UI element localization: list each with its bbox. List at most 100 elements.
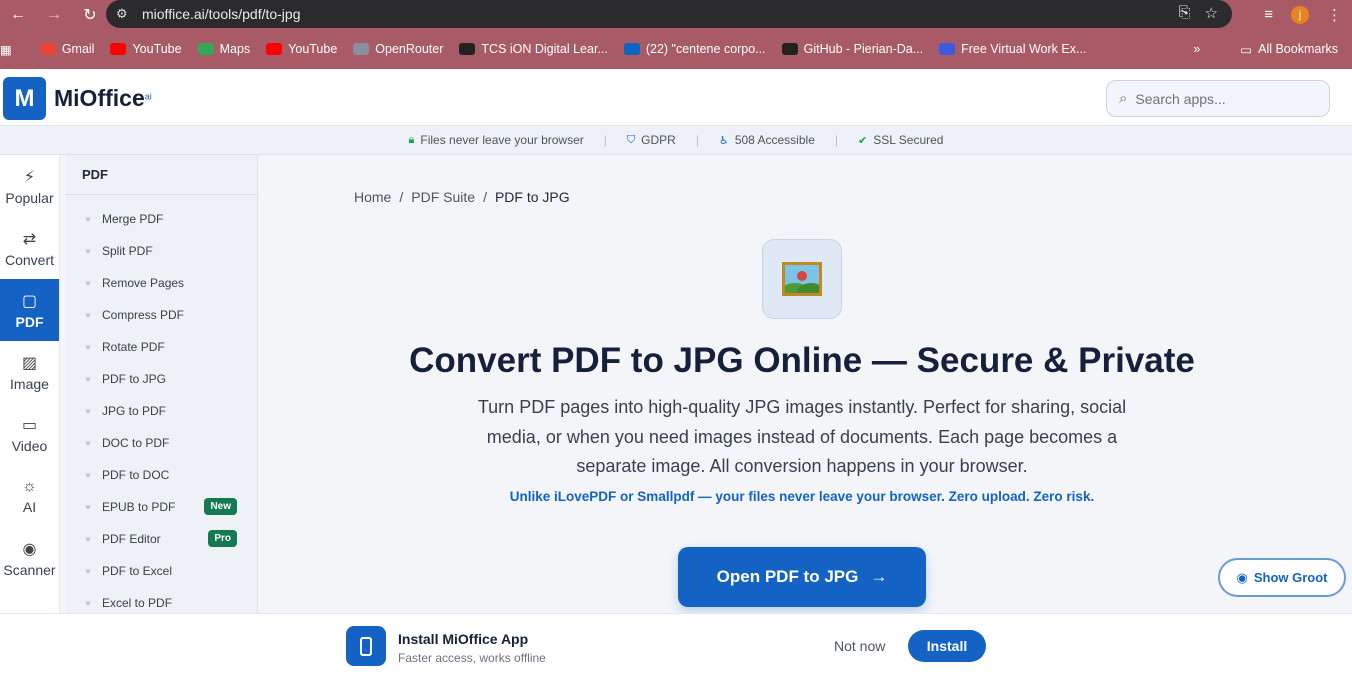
image-icon: ▨ — [21, 354, 38, 372]
bookmark-item[interactable]: YouTube — [110, 42, 182, 56]
accessibility-icon: ♿︎ — [718, 134, 729, 147]
bookmark-favicon-icon — [197, 43, 214, 55]
divider: | — [695, 133, 699, 147]
rail-item-popular[interactable]: ⚡ Popular — [0, 155, 59, 217]
sidebar-item-jpg-to-pdf[interactable]: JPG to PDF — [66, 395, 257, 427]
sidebar-item-split-pdf[interactable]: Split PDF — [66, 235, 257, 267]
sidebar-item-epub-to-pdf[interactable]: EPUB to PDF New — [66, 491, 257, 523]
reload-icon[interactable]: ↻ — [72, 0, 108, 29]
rail-item-video[interactable]: ▭ Video — [0, 403, 59, 465]
rail-item-image[interactable]: ▨ Image — [0, 341, 59, 403]
bookmark-favicon-icon — [353, 43, 370, 55]
trust-bar: 🔒︎ Files never leave your browser | ⛉ GDPR… — [0, 126, 1352, 155]
bookmark-favicon-icon — [110, 43, 127, 55]
sidebar-item-remove-pages[interactable]: Remove Pages — [66, 267, 257, 299]
status-badge: New — [204, 498, 237, 515]
apps-grid-icon[interactable]: ▦ — [0, 42, 12, 57]
install-app-icon[interactable]: ⎘ — [1179, 4, 1191, 22]
browser-menu-icon[interactable]: ⋮ — [1327, 6, 1342, 24]
check-circle-icon: ✔ — [858, 134, 868, 147]
brand-logo[interactable]: M MiOfficeai — [3, 77, 152, 120]
main-content: Home / PDF Suite / PDF to JPG Convert PD… — [258, 155, 1352, 613]
search-box[interactable]: ⌕ — [1106, 80, 1330, 117]
bullet-icon — [86, 377, 90, 381]
folder-icon: ▭ — [1240, 42, 1253, 57]
bullet-icon — [86, 569, 90, 573]
bookmark-item[interactable]: TCS iON Digital Lear... — [459, 42, 608, 56]
rail-item-ai[interactable]: ☼ AI — [0, 465, 59, 527]
sidebar-item-merge-pdf[interactable]: Merge PDF — [66, 203, 257, 235]
bullet-icon — [86, 537, 90, 541]
install-subtitle: Faster access, works offline — [398, 651, 546, 665]
bullet-icon — [86, 601, 90, 605]
bookmark-favicon-icon — [39, 43, 56, 55]
app-header: M MiOfficeai ⌕ — [0, 69, 1352, 126]
trust-item-ssl: ✔ SSL Secured — [858, 133, 944, 147]
picture-icon — [762, 239, 842, 319]
trust-item-accessible: ♿︎ 508 Accessible — [718, 133, 815, 147]
more-bookmarks-icon[interactable]: » — [1193, 42, 1200, 56]
popular-icon: ⚡ — [23, 168, 36, 186]
breadcrumb-home[interactable]: Home — [354, 189, 391, 205]
sidebar-item-doc-to-pdf[interactable]: DOC to PDF — [66, 427, 257, 459]
address-bar[interactable]: ⚙ mioffice.ai/tools/pdf/to-jpg ⎘ ☆ — [106, 0, 1232, 28]
bookmark-item[interactable]: GitHub - Pierian-Da... — [781, 42, 923, 56]
bullet-icon — [86, 249, 90, 253]
bookmark-item[interactable]: Free Virtual Work Ex... — [939, 42, 1086, 56]
status-badge: Pro — [208, 530, 237, 547]
reading-list-icon[interactable]: ≡ — [1264, 6, 1273, 23]
sidebar-item-pdf-to-excel[interactable]: PDF to Excel — [66, 555, 257, 587]
bookmark-star-icon[interactable]: ☆ — [1205, 4, 1218, 22]
breadcrumb-pdf-suite[interactable]: PDF Suite — [411, 189, 475, 205]
sidebar-item-pdf-to-doc[interactable]: PDF to DOC — [66, 459, 257, 491]
breadcrumb-current: PDF to JPG — [494, 189, 570, 205]
lock-icon: 🔒︎ — [408, 133, 415, 146]
rail-item-pdf[interactable]: ▢ PDF — [0, 279, 59, 341]
rail-item-convert[interactable]: ⇄ Convert — [0, 217, 59, 279]
sidebar-item-rotate-pdf[interactable]: Rotate PDF — [66, 331, 257, 363]
privacy-note: Unlike iLovePDF or Smallpdf — your files… — [509, 489, 1095, 504]
not-now-button[interactable]: Not now — [834, 638, 885, 654]
sidebar-item-compress-pdf[interactable]: Compress PDF — [66, 299, 257, 331]
back-arrow-icon[interactable]: ← — [0, 0, 36, 29]
search-input[interactable] — [1135, 90, 1306, 107]
install-button[interactable]: Install — [908, 630, 986, 662]
bookmark-item[interactable]: OpenRouter — [353, 42, 443, 56]
brand-name: MiOffice — [54, 85, 145, 111]
install-title: Install MiOffice App — [398, 631, 529, 647]
bullet-icon — [86, 345, 90, 349]
all-bookmarks-button[interactable]: ▭ All Bookmarks — [1240, 42, 1338, 57]
open-tool-button[interactable]: Open PDF to JPG → — [678, 547, 926, 607]
ai-icon: ☼ — [22, 477, 37, 495]
site-info-icon[interactable]: ⚙ — [116, 6, 142, 22]
brand-suffix: ai — [144, 91, 152, 102]
sidebar-item-pdf-editor[interactable]: PDF Editor Pro — [66, 523, 257, 555]
divider: | — [834, 133, 838, 147]
pdf-icon: ▢ — [21, 292, 38, 310]
forward-arrow-icon[interactable]: → — [36, 0, 72, 29]
page-description: Turn PDF pages into high-quality JPG ima… — [477, 397, 1127, 476]
bookmark-item[interactable]: Gmail — [39, 42, 94, 56]
bookmark-favicon-icon — [459, 43, 476, 55]
sidebar-item-excel-to-pdf[interactable]: Excel to PDF — [66, 587, 257, 613]
bullet-icon — [86, 217, 90, 221]
bookmark-item[interactable]: Maps — [197, 42, 250, 56]
arrow-right-icon: → — [870, 567, 888, 586]
shield-icon: ⛉ — [626, 133, 636, 146]
logo-mark-icon: M — [3, 77, 46, 120]
trust-item-gdpr: ⛉ GDPR — [626, 133, 676, 147]
sidebar-item-pdf-to-jpg[interactable]: PDF to JPG — [66, 363, 257, 395]
bookmark-item[interactable]: (22) "centene corpo... — [623, 42, 766, 56]
bullet-icon — [86, 441, 90, 445]
profile-avatar[interactable]: j — [1291, 5, 1309, 24]
url-text[interactable]: mioffice.ai/tools/pdf/to-jpg — [142, 6, 301, 22]
phone-icon — [346, 626, 386, 666]
search-icon: ⌕ — [1119, 90, 1128, 107]
bookmark-item[interactable]: YouTube — [266, 42, 337, 56]
install-app-banner: Install MiOffice App Faster access, work… — [0, 613, 1352, 681]
bookmarks-bar: ▦ Gmail YouTube Maps YouTube OpenRouter TCS i… — [0, 29, 1352, 69]
bullet-icon — [86, 473, 90, 477]
show-groot-button[interactable]: ◉ Show Groot — [1218, 558, 1346, 597]
trust-item-browser: 🔒︎ Files never leave your browser — [408, 133, 584, 147]
rail-item-scanner[interactable]: ◉ Scanner — [0, 527, 59, 589]
